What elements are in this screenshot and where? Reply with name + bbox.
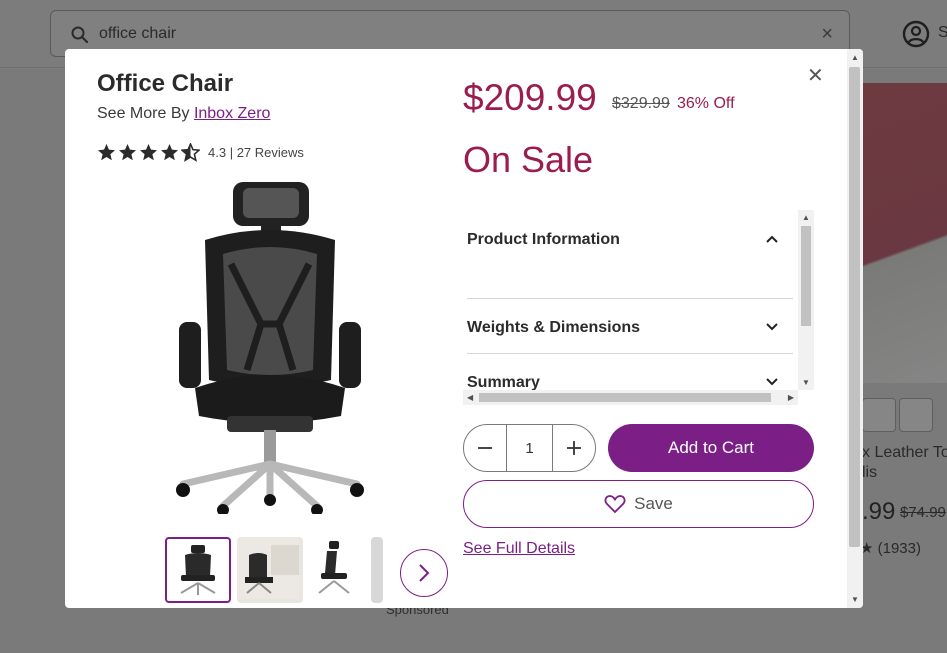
plus-icon (567, 441, 581, 455)
brand-link[interactable]: Inbox Zero (194, 105, 270, 122)
save-label: Save (634, 494, 673, 513)
thumbnail-next-button[interactable] (400, 549, 448, 597)
sale-price: $209.99 (463, 77, 597, 118)
scrollbar-thumb[interactable] (849, 67, 860, 547)
search-icon (71, 26, 89, 44)
scroll-up-arrow[interactable]: ▲ (851, 53, 859, 62)
quick-view-modal: ▲ ▼ ✕ Office Chair See More By Inbox Zer… (65, 49, 863, 608)
accordion-vertical-scrollbar[interactable]: ▲ ▼ (798, 210, 814, 390)
thumbnail-1[interactable] (165, 537, 231, 603)
product-reviews: ★ (1933) (860, 540, 921, 557)
clear-icon[interactable]: × (821, 23, 833, 46)
search-input[interactable]: office chair (99, 25, 176, 43)
original-price: $329.99 (612, 95, 670, 112)
rating-value: 4.3 (208, 145, 227, 160)
quantity-stepper: 1 (463, 424, 596, 472)
add-to-cart-button[interactable]: Add to Cart (608, 424, 814, 472)
close-icon[interactable]: ✕ (807, 66, 824, 86)
star-icon (160, 143, 179, 161)
product-price: .99 (862, 498, 896, 525)
product-image[interactable] (165, 174, 375, 514)
product-thumbnail[interactable] (899, 398, 933, 432)
see-more-prefix: See More By (97, 105, 190, 122)
scroll-right-arrow[interactable]: ▶ (788, 393, 794, 402)
scroll-down-arrow[interactable]: ▼ (802, 378, 810, 387)
review-count: (1933) (877, 540, 921, 557)
scroll-left-arrow[interactable]: ◀ (467, 393, 473, 402)
heart-icon (604, 495, 626, 514)
product-accordion: Product Information Weights & Dimensions… (463, 210, 814, 405)
discount-badge: 36% Off (677, 95, 735, 112)
see-full-details-link[interactable]: See Full Details (463, 540, 575, 558)
see-more-by: See More By Inbox Zero (97, 105, 270, 123)
save-button[interactable]: Save (463, 480, 814, 528)
scrollbar-thumb[interactable] (801, 226, 811, 326)
thumbnail-2[interactable] (237, 537, 303, 603)
account-label[interactable]: S (938, 24, 947, 42)
minus-icon (478, 447, 492, 449)
quantity-input[interactable]: 1 (506, 425, 553, 471)
star-icon (118, 143, 137, 161)
accordion-weights-dimensions[interactable]: Weights & Dimensions (467, 299, 793, 354)
product-title[interactable]: x Leather To (862, 444, 947, 462)
chevron-right-icon (419, 564, 430, 582)
product-title: Office Chair (97, 70, 234, 97)
chevron-down-icon[interactable] (765, 322, 779, 332)
accordion-label[interactable]: Product Information (467, 231, 620, 249)
modal-scrollbar[interactable]: ▲ ▼ (847, 49, 863, 608)
account-icon[interactable] (902, 20, 930, 48)
product-title-cont[interactable]: lis (862, 464, 877, 482)
accordion-horizontal-scrollbar[interactable]: ◀ ▶ (463, 390, 798, 405)
chevron-up-icon[interactable] (765, 234, 779, 244)
chevron-down-icon[interactable] (765, 377, 779, 387)
rating-text: 4.3 | 27 Reviews (208, 145, 304, 160)
increase-quantity-button[interactable] (553, 425, 595, 471)
star-half-icon (181, 143, 200, 162)
thumbnail-4[interactable] (371, 537, 383, 603)
product-original-price: $74.99 (900, 504, 946, 521)
accordion-product-information[interactable]: Product Information (467, 210, 793, 299)
review-count[interactable]: 27 Reviews (237, 145, 304, 160)
accordion-label[interactable]: Weights & Dimensions (467, 319, 640, 337)
star-icon (97, 143, 116, 161)
star-icon (139, 143, 158, 161)
scroll-down-arrow[interactable]: ▼ (851, 595, 859, 604)
decrease-quantity-button[interactable] (464, 425, 506, 471)
scrollbar-thumb[interactable] (479, 393, 771, 402)
product-thumbnail[interactable] (862, 398, 896, 432)
product-photo[interactable] (860, 83, 947, 383)
thumbnail-3[interactable] (303, 537, 369, 603)
on-sale-label: On Sale (463, 139, 594, 180)
rating-row[interactable]: 4.3 | 27 Reviews (97, 143, 304, 162)
scroll-up-arrow[interactable]: ▲ (802, 213, 810, 222)
